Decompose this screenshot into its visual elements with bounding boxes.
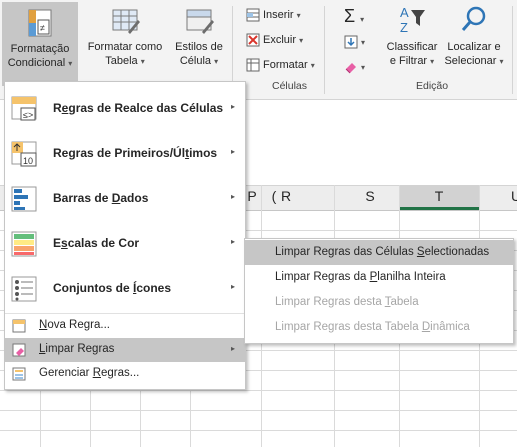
svg-text:≤>: ≤> [23,110,33,120]
chevron-down-icon: ▾ [296,11,301,20]
group-separator [512,6,513,94]
menu-item-icon-sets[interactable]: Conjuntos de Ícones ▸ [5,266,245,311]
clear-rules-submenu: Limpar Regras das Células Selectionadas … [244,238,514,344]
submenu-arrow-icon: ▸ [230,344,235,353]
chevron-down-icon: ▾ [361,38,366,47]
submenu-item-clear-entire-sheet[interactable]: Limpar Regras da Planilha Inteira [245,265,513,290]
svg-text:≠: ≠ [40,23,45,33]
row-line [0,430,517,431]
menu-item-data-bars[interactable]: Barras de Dados ▸ [5,176,245,221]
clear-rules-icon [12,343,26,357]
menu-item-color-scales[interactable]: Escalas de Cor ▸ [5,221,245,266]
format-cells-button[interactable]: Formatar ▾ [246,55,315,75]
sort-filter-button[interactable]: A Z Classificar e Filtrar ▾ [380,0,444,82]
find-select-button[interactable]: Localizar e Selecionar ▾ [441,0,507,82]
chevron-down-icon: ▾ [360,15,365,24]
new-rule-icon [12,319,26,333]
conditional-formatting-label-2: Condicional [7,57,66,69]
cells-group-label: Células [272,80,308,92]
editing-group-label: Edição [416,80,449,92]
chevron-down-icon: ▾ [310,61,315,70]
data-bars-icon [11,185,37,213]
format-cells-icon [246,58,260,72]
menu-item-label: Escalas de Cor [53,236,140,250]
menu-item-manage-rules[interactable]: Gerenciar Regras... [5,362,245,386]
delete-label: Excluir [263,34,297,46]
manage-rules-icon [12,367,26,381]
submenu-arrow-icon: ▸ [230,147,235,156]
menu-item-label: Nova Regra... [39,319,110,331]
menu-item-label: Gerenciar Regras... [39,367,140,379]
sigma-icon: Σ [344,6,356,26]
format-as-table-button[interactable]: Formatar como Tabela ▾ [81,0,169,82]
svg-text:Z: Z [400,20,408,35]
svg-text:A: A [400,5,409,20]
chevron-down-icon: ▾ [140,57,145,66]
fill-button[interactable]: ▾ [344,32,365,52]
menu-item-highlight-rules[interactable]: ≤> Regras de Realce das Células ▸ [5,86,245,131]
format-label: Formatar [263,59,308,71]
svg-text:10: 10 [23,156,33,166]
autosum-button[interactable]: Σ ▾ [344,6,364,26]
chevron-down-icon: ▾ [499,57,504,66]
find-select-label-2: Selecionar [444,55,497,67]
delete-button[interactable]: Excluir ▾ [246,30,303,50]
menu-item-clear-rules[interactable]: Limpar Regras ▸ [5,338,245,362]
conditional-formatting-button[interactable]: ≠ Formatação Condicional ▾ [2,2,78,86]
sort-filter-label-1: Classificar [386,41,438,53]
chevron-down-icon: ▾ [214,57,219,66]
conditional-formatting-menu: ≤> Regras de Realce das Células ▸ 10 Reg… [4,81,246,390]
format-as-table-label-1: Formatar como [87,41,163,53]
menu-item-label: Conjuntos de Ícones [53,281,172,295]
cell-styles-icon [184,6,214,36]
row-line [0,390,517,391]
top-bottom-rules-icon: 10 [11,140,37,168]
format-as-table-label-2: Tabela [105,55,138,67]
delete-cells-icon [246,33,260,47]
sort-filter-icon: A Z [397,4,427,36]
sort-filter-label-2: e Filtrar [389,55,428,67]
menu-item-label: Barras de Dados [53,191,149,205]
cell-styles-label-2: Célula [179,55,212,67]
submenu-item-clear-this-table: Limpar Regras desta Tabela [275,296,419,308]
find-select-label-1: Localizar e [447,41,501,53]
chevron-down-icon: ▾ [361,63,366,72]
format-as-table-icon [110,6,140,36]
fill-down-icon [344,35,358,49]
conditional-formatting-icon: ≠ [25,8,55,38]
highlight-cells-rules-icon: ≤> [11,95,37,123]
submenu-arrow-icon: ▸ [230,237,235,246]
conditional-formatting-label-1: Formatação [10,43,70,55]
cell-styles-label-1: Estilos de [175,41,223,53]
color-scales-icon [11,230,37,258]
submenu-arrow-icon: ▸ [230,102,235,111]
icon-sets-icon [11,275,37,303]
group-separator [324,6,325,94]
submenu-arrow-icon: ▸ [230,192,235,201]
clear-button[interactable]: ▾ [344,57,365,77]
insert-cells-icon [246,8,260,22]
chevron-down-icon: ▾ [299,36,304,45]
submenu-arrow-icon: ▸ [230,282,235,291]
column-header-s[interactable]: S [350,188,390,204]
column-header-u[interactable]: U [496,188,517,204]
menu-item-label: Limpar Regras [39,343,115,355]
submenu-item-clear-selected-cells[interactable]: Limpar Regras das Células Selectionadas [245,240,513,265]
eraser-icon [344,60,358,74]
menu-item-label: Regras de Realce das Células [53,101,224,115]
submenu-item-clear-this-pivot-table: Limpar Regras desta Tabela Dinâmica [275,321,470,333]
column-header-t[interactable]: T [419,188,459,204]
insert-label: Inserir [263,9,294,21]
magnifier-icon [459,4,489,36]
menu-item-new-rule[interactable]: Nova Regra... [5,314,245,338]
row-line [0,410,517,411]
column-header-r[interactable]: R [266,188,306,204]
cell-styles-button[interactable]: Estilos de Célula ▾ [170,0,228,82]
chevron-down-icon: ▾ [430,57,435,66]
menu-item-top-bottom-rules[interactable]: 10 Regras de Primeiros/Últimos ▸ [5,131,245,176]
chevron-down-icon: ▾ [68,59,73,68]
insert-button[interactable]: Inserir ▾ [246,5,301,25]
menu-item-label: Regras de Primeiros/Últimos [53,146,218,160]
